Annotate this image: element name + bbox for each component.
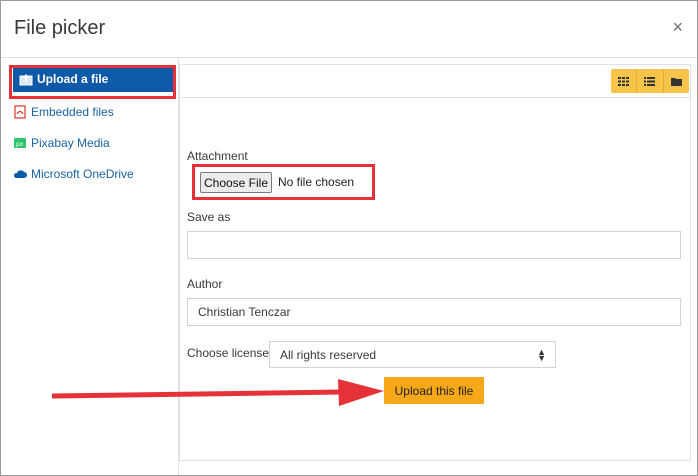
license-select-value: All rights reserved bbox=[280, 347, 377, 362]
view-toolbar bbox=[180, 65, 690, 98]
license-label: Choose license bbox=[187, 346, 270, 360]
view-switcher bbox=[611, 69, 689, 93]
repository-sidebar: Upload a file Embedded files px Pixabay … bbox=[1, 58, 179, 475]
sidebar-item-label: Embedded files bbox=[31, 105, 114, 119]
save-as-label: Save as bbox=[187, 210, 231, 224]
dialog-title: File picker bbox=[14, 17, 106, 39]
license-select[interactable]: All rights reserved ▲ ▼ bbox=[269, 341, 556, 368]
arrow-annotation bbox=[51, 379, 384, 406]
sidebar-item-label: Pixabay Media bbox=[31, 136, 110, 150]
sidebar-item-pixabay[interactable]: px Pixabay Media bbox=[13, 131, 110, 155]
attachment-label: Attachment bbox=[187, 149, 248, 163]
save-as-input[interactable] bbox=[187, 231, 681, 259]
author-label: Author bbox=[187, 277, 223, 291]
pdf-icon bbox=[14, 105, 26, 119]
sidebar-item-onedrive[interactable]: Microsoft OneDrive bbox=[13, 162, 134, 186]
svg-text:px: px bbox=[16, 141, 24, 148]
highlight-box-upload bbox=[9, 65, 176, 99]
highlight-box-choose-file bbox=[192, 164, 375, 200]
cloud-icon bbox=[13, 170, 27, 178]
select-caret-icon: ▲ ▼ bbox=[537, 347, 546, 363]
list-view-icon[interactable] bbox=[637, 69, 664, 93]
folder-view-icon[interactable] bbox=[664, 69, 689, 93]
grid-view-icon[interactable] bbox=[611, 69, 638, 93]
pixabay-icon: px bbox=[14, 138, 26, 148]
sidebar-item-embedded-files[interactable]: Embedded files bbox=[13, 100, 114, 124]
sidebar-item-label: Microsoft OneDrive bbox=[31, 167, 134, 181]
close-icon[interactable]: × bbox=[672, 17, 683, 38]
dialog-header: File picker × bbox=[1, 1, 697, 58]
author-input[interactable]: Christian Tenczar bbox=[187, 298, 681, 326]
upload-file-button[interactable]: Upload this file bbox=[384, 377, 484, 404]
